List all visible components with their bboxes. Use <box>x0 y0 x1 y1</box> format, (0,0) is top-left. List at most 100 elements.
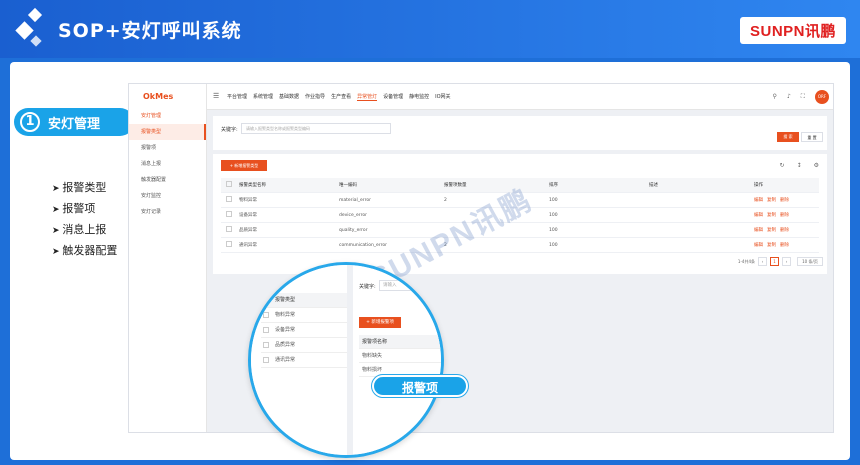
avatar[interactable]: ORF <box>815 90 829 104</box>
next-page-button[interactable]: › <box>782 257 791 266</box>
column-height-icon[interactable]: ↕ <box>797 162 802 169</box>
search-input[interactable]: 请输入 <box>379 280 441 291</box>
list-item[interactable]: 品质异常 <box>261 338 347 353</box>
page-number[interactable]: 1 <box>770 257 779 266</box>
copy-link[interactable]: 复制 <box>767 198 776 203</box>
edit-link[interactable]: 编辑 <box>754 198 763 203</box>
row-checkbox[interactable] <box>263 341 269 348</box>
prev-page-button[interactable]: ‹ <box>758 257 767 266</box>
bullet-item: 消息上报 <box>52 220 117 241</box>
cell-sort: 100 <box>549 212 558 218</box>
bullet-item: 报警项 <box>52 199 117 220</box>
edit-link[interactable]: 编辑 <box>754 243 763 248</box>
tab-esd[interactable]: 静电监控 <box>409 93 429 101</box>
top-navbar: ☰ 平台管理 系统管理 基础数据 作业指导 生产查看 异常管灯 设备管理 静电监… <box>207 84 833 110</box>
add-alarm-type-button[interactable]: + 新增报警类型 <box>221 160 267 171</box>
cell-name: 设备异常 <box>239 213 257 218</box>
list-item[interactable]: 物料缺失 <box>359 349 441 363</box>
search-input[interactable]: 请输入报警类型名称或报警类型编码 <box>241 123 391 134</box>
row-checkbox[interactable] <box>226 241 232 247</box>
cell-sort: 100 <box>549 227 558 233</box>
sidebar-item-andon-record[interactable]: 安灯记录 <box>129 204 206 220</box>
brand-logo: SUNPN讯鹏 <box>739 17 846 44</box>
magnified-type-list: 报警类型 物料异常 设备异常 品质异常 通讯异常 <box>251 265 347 455</box>
cell-sort: 100 <box>549 197 558 203</box>
row-checkbox[interactable] <box>263 356 269 363</box>
cell-name: 物料异常 <box>239 198 257 203</box>
sidebar-item-alarm-item[interactable]: 报警项 <box>129 140 206 156</box>
col-ops: 操作 <box>754 183 763 188</box>
feature-label: 安灯管理 <box>48 117 101 132</box>
pager-summary: 1-4共4条 <box>737 259 755 264</box>
list-item[interactable]: 物料异常 <box>261 308 347 323</box>
settings-icon[interactable]: ⚙ <box>814 162 819 169</box>
tab-production[interactable]: 生产查看 <box>331 93 351 101</box>
sidebar-item-andon[interactable]: 安灯管理 <box>129 108 206 124</box>
tab-device[interactable]: 设备管理 <box>383 93 403 101</box>
table-row: 通讯异常 communication_error 2 100 编辑 复制 删除 <box>221 238 819 253</box>
reset-button[interactable]: 重 置 <box>801 132 823 142</box>
feature-number: 1 <box>20 112 40 132</box>
list-item-label: 通讯异常 <box>275 357 296 363</box>
diamond-logo-icon <box>10 6 50 52</box>
add-alarm-item-button[interactable]: + 新增报警项 <box>359 317 401 328</box>
row-checkbox[interactable] <box>263 326 269 333</box>
sidebar-item-trigger-config[interactable]: 触发器配置 <box>129 172 206 188</box>
list-item[interactable]: 设备异常 <box>261 323 347 338</box>
select-all-checkbox[interactable] <box>226 181 232 187</box>
list-item-label: 物料异常 <box>275 312 296 318</box>
header-banner: SOP+安灯呼叫系统 SUNPN讯鹏 <box>0 0 860 58</box>
table-tools: ↻ ↕ ⚙ <box>780 162 819 169</box>
row-checkbox[interactable] <box>263 311 269 318</box>
select-all-checkbox[interactable] <box>263 296 269 303</box>
search-button[interactable]: 搜 索 <box>777 132 799 142</box>
tab-io-gateway[interactable]: IO网关 <box>435 93 450 101</box>
delete-link[interactable]: 删除 <box>780 228 789 233</box>
bell-icon[interactable]: ♪ <box>787 93 791 101</box>
magnified-item-panel: 关键字: 请输入 + 新增报警项 报警项名称 物料缺失 物料损坏 <box>353 265 441 455</box>
row-checkbox[interactable] <box>226 211 232 217</box>
sidebar-item-andon-monitor[interactable]: 安灯监控 <box>129 188 206 204</box>
col-name: 报警类型名称 <box>239 183 266 188</box>
fullscreen-icon[interactable]: ⛶ <box>801 93 805 101</box>
col-code: 唯一编码 <box>339 183 357 188</box>
zoom-magnifier: 报警类型 物料异常 设备异常 品质异常 通讯异常 关键字: 请输入 + 新增报警… <box>248 262 444 458</box>
tab-work-guide[interactable]: 作业指导 <box>305 93 325 101</box>
refresh-icon[interactable]: ↻ <box>780 162 785 169</box>
keyword-label: 关键字: <box>221 127 238 133</box>
table-row: 品质异常 quality_error 100 编辑 复制 删除 <box>221 223 819 238</box>
copy-link[interactable]: 复制 <box>767 213 776 218</box>
delete-link[interactable]: 删除 <box>780 243 789 248</box>
tab-basic-data[interactable]: 基础数据 <box>279 93 299 101</box>
page-size-select[interactable]: 10 条/页 <box>797 257 823 266</box>
list-item[interactable]: 通讯异常 <box>261 353 347 368</box>
search-icon[interactable]: ⚲ <box>773 93 777 101</box>
col-sort: 排序 <box>549 183 558 188</box>
copy-link[interactable]: 复制 <box>767 243 776 248</box>
row-checkbox[interactable] <box>226 196 232 202</box>
tab-system[interactable]: 系统管理 <box>253 93 273 101</box>
cell-sort: 100 <box>549 242 558 248</box>
sidebar-item-message-report[interactable]: 消息上报 <box>129 156 206 172</box>
list-item-label: 品质异常 <box>275 342 296 348</box>
copy-link[interactable]: 复制 <box>767 228 776 233</box>
bullet-item: 报警类型 <box>52 178 117 199</box>
app-logo: OkMes <box>143 92 174 101</box>
tab-andon[interactable]: 异常管灯 <box>357 93 378 101</box>
cell-name: 品质异常 <box>239 228 257 233</box>
edit-link[interactable]: 编辑 <box>754 213 763 218</box>
sidebar-item-alarm-type[interactable]: 报警类型 <box>129 124 206 140</box>
app-screenshot: OkMes 安灯管理 报警类型 报警项 消息上报 触发器配置 安灯监控 安灯记录… <box>128 83 834 433</box>
menu-toggle-icon[interactable]: ☰ <box>213 92 219 100</box>
list-item-label: 设备异常 <box>275 327 296 333</box>
row-checkbox[interactable] <box>226 226 232 232</box>
edit-link[interactable]: 编辑 <box>754 228 763 233</box>
search-panel: 关键字: 请输入报警类型名称或报警类型编码 搜 索 重 置 <box>213 116 827 150</box>
list-header: 报警项名称 <box>359 335 441 349</box>
delete-link[interactable]: 删除 <box>780 213 789 218</box>
callout-label: 报警项 <box>372 375 468 397</box>
delete-link[interactable]: 删除 <box>780 198 789 203</box>
bullet-item: 触发器配置 <box>52 241 117 262</box>
tab-platform[interactable]: 平台管理 <box>227 93 247 101</box>
list-header: 报警类型 <box>261 293 347 308</box>
